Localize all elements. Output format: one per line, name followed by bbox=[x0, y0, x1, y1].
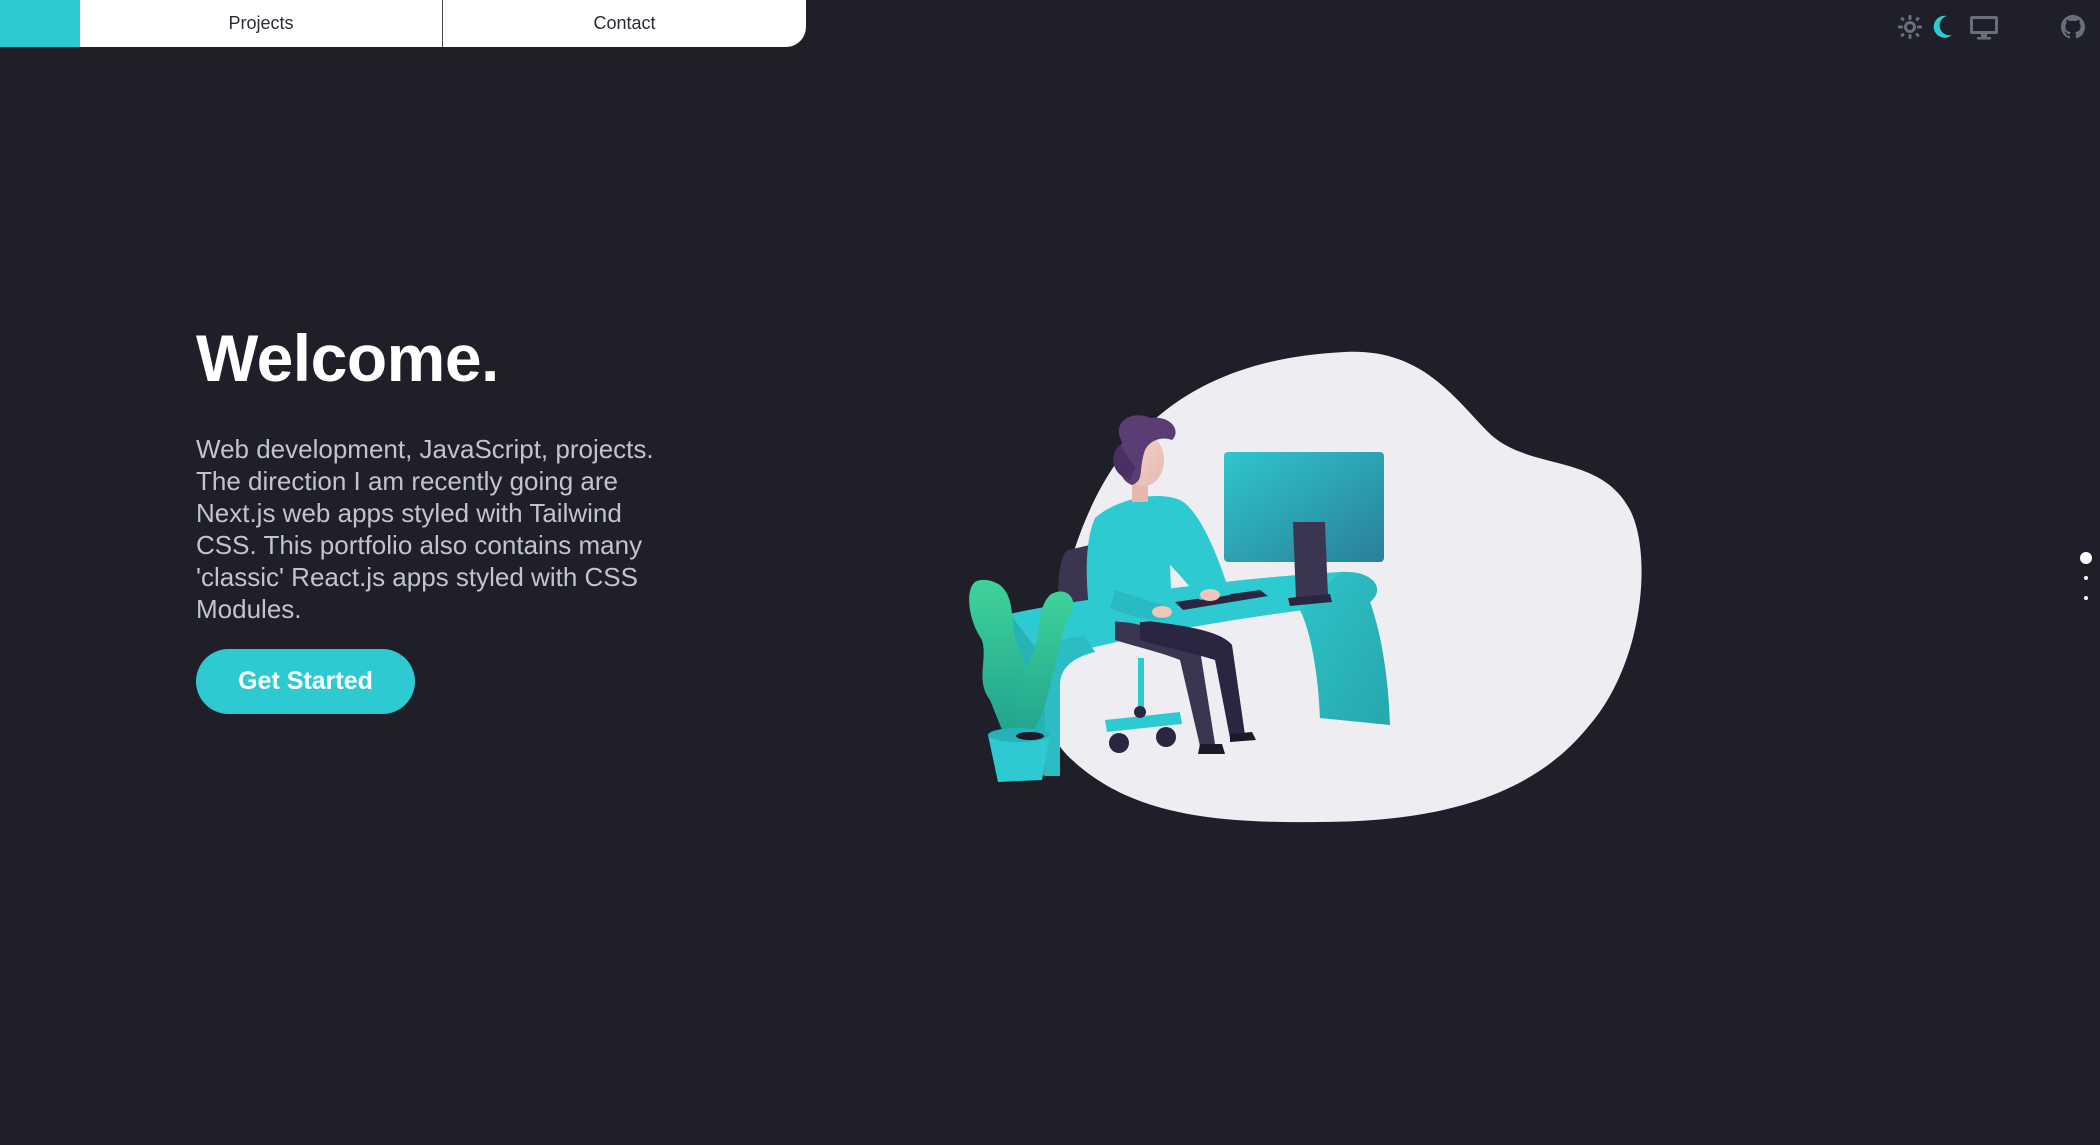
hero-title: Welcome. bbox=[196, 321, 499, 395]
section-dot-3[interactable] bbox=[2084, 596, 2088, 600]
section-dot-2[interactable] bbox=[2084, 576, 2088, 580]
theme-toolbar bbox=[0, 13, 2100, 43]
sun-icon[interactable] bbox=[1897, 13, 1923, 46]
moon-icon[interactable] bbox=[1931, 13, 1955, 46]
monitor-icon[interactable] bbox=[1968, 13, 2000, 46]
developer-illustration bbox=[900, 340, 1650, 830]
section-pagination bbox=[2077, 550, 2097, 610]
github-icon[interactable] bbox=[2060, 13, 2086, 46]
section-dot-1[interactable] bbox=[2080, 552, 2092, 564]
get-started-button[interactable]: Get Started bbox=[196, 649, 415, 714]
hero-description: Web development, JavaScript, projects. T… bbox=[196, 434, 654, 624]
